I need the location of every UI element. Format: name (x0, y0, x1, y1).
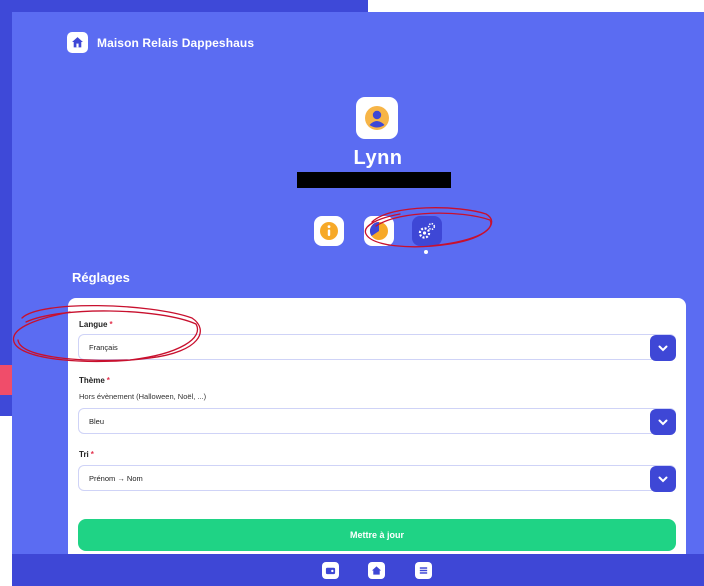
theme-label: Thème * (79, 376, 110, 385)
language-label: Langue * (79, 320, 113, 329)
theme-sublabel: Hors évènement (Halloween, Noël, ...) (79, 392, 207, 401)
required-marker: * (106, 376, 110, 385)
wallet-icon (325, 567, 336, 575)
app-screen: Maison Relais Dappeshaus Lynn Réglages L… (12, 12, 704, 586)
tab-settings[interactable] (412, 216, 442, 246)
user-name: Lynn (353, 147, 403, 169)
language-select[interactable]: Français (78, 334, 676, 361)
tab-statistics[interactable] (364, 216, 394, 246)
sort-select[interactable]: Prénom → Nom (78, 465, 676, 492)
pie-chart-icon (369, 221, 388, 240)
app-header: Maison Relais Dappeshaus (67, 32, 254, 53)
avatar (356, 97, 398, 139)
theme-select[interactable]: Bleu (78, 408, 676, 435)
nav-menu[interactable] (415, 562, 432, 579)
update-button[interactable]: Mettre à jour (78, 519, 676, 551)
language-value: Français (89, 343, 118, 352)
menu-icon (419, 567, 428, 574)
sort-label: Tri * (79, 450, 94, 459)
required-marker: * (109, 320, 113, 329)
app-title: Maison Relais Dappeshaus (97, 35, 255, 50)
section-title: Réglages (72, 270, 130, 285)
home-icon (371, 566, 382, 575)
chevron-down-icon[interactable] (650, 466, 676, 492)
active-tab-indicator (424, 250, 428, 254)
settings-card: Langue * Français Thème * Hors évènement (… (68, 298, 686, 568)
chevron-down-icon[interactable] (650, 335, 676, 361)
bottom-nav (12, 554, 704, 586)
tab-info[interactable] (314, 216, 344, 246)
home-icon (67, 32, 88, 53)
theme-value: Bleu (89, 417, 105, 426)
required-marker: * (90, 450, 94, 459)
nav-wallet[interactable] (322, 562, 339, 579)
gears-icon (418, 222, 436, 239)
background-accent (0, 365, 12, 395)
redacted-bar (297, 172, 451, 188)
chevron-down-icon[interactable] (650, 409, 676, 435)
sort-value: Prénom → Nom (89, 474, 143, 483)
info-icon (320, 222, 338, 240)
user-avatar-icon (365, 106, 389, 130)
nav-home[interactable] (368, 562, 385, 579)
